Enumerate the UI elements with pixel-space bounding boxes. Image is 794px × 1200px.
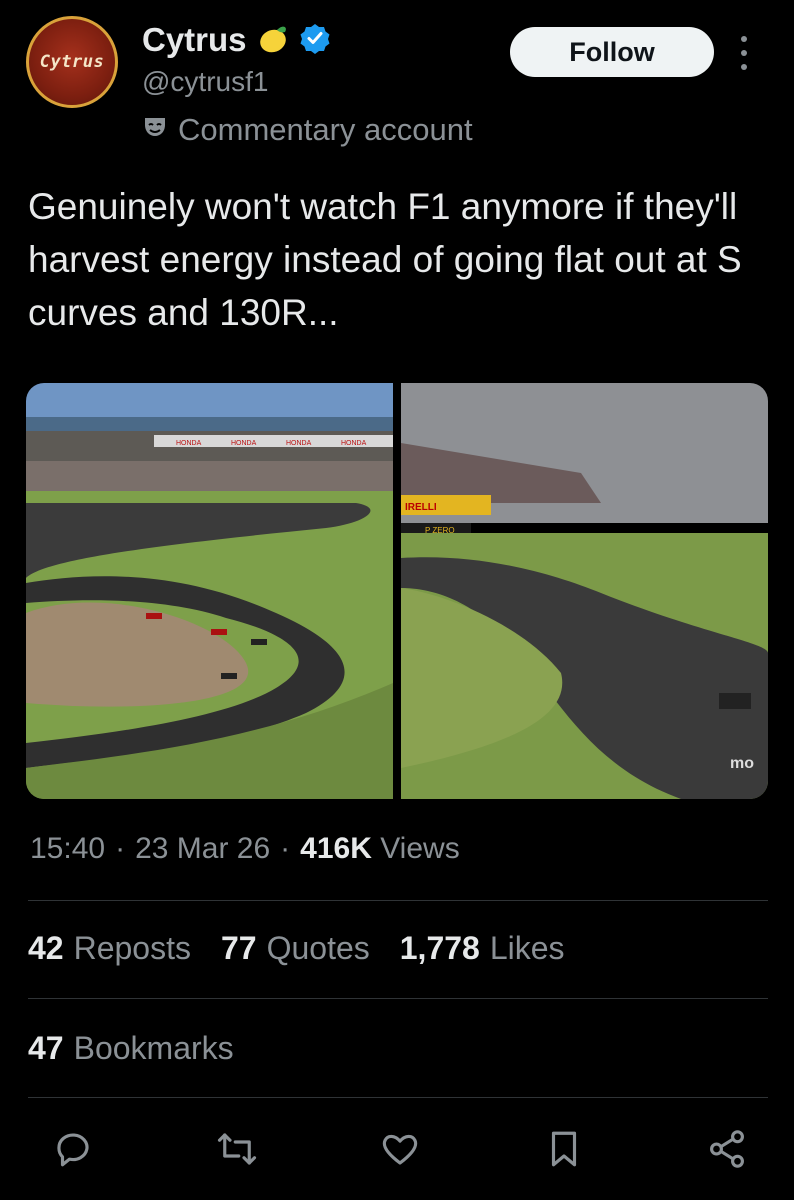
- likes-label: Likes: [489, 930, 565, 966]
- separator: ·: [115, 832, 126, 865]
- user-handle[interactable]: @cytrusf1: [142, 66, 268, 98]
- follow-button[interactable]: Follow: [510, 27, 714, 77]
- reply-icon[interactable]: [50, 1126, 96, 1172]
- views-count: 416K: [300, 832, 372, 865]
- bookmarks-label: Bookmarks: [73, 1030, 234, 1066]
- post-meta: 15:40 · 23 Mar 26 · 416K Views: [30, 832, 460, 866]
- quotes-count: 77: [220, 930, 257, 966]
- reposts-label: Reposts: [73, 930, 191, 966]
- account-label: Commentary account: [142, 112, 473, 148]
- divider: [28, 1097, 768, 1098]
- share-icon[interactable]: [704, 1126, 750, 1172]
- avatar[interactable]: Cytrus: [26, 16, 118, 108]
- reposts-stat[interactable]: 42 Reposts: [28, 930, 191, 967]
- reposts-count: 42: [28, 930, 64, 966]
- likes-stat[interactable]: 1,778 Likes: [400, 930, 565, 967]
- avatar-logo-text: Cytrus: [39, 52, 105, 72]
- post-image-right[interactable]: IRELLI P ZERO mo: [401, 383, 768, 799]
- name-row: Cytrus: [142, 20, 331, 60]
- media-grid[interactable]: HONDA HONDA HONDA HONDA IRELLI P ZERO mo: [26, 383, 768, 799]
- pirelli-sign: IRELLI: [405, 502, 437, 513]
- honda-sign-2: HONDA: [231, 440, 257, 447]
- divider: [28, 998, 768, 999]
- separator: ·: [280, 832, 291, 865]
- post-text: Genuinely won't watch F1 anymore if they…: [28, 186, 742, 333]
- lemon-icon: [255, 21, 291, 60]
- post-time: 15:40: [30, 832, 106, 865]
- account-label-text: Commentary account: [178, 112, 473, 147]
- theater-masks-icon: [142, 112, 168, 148]
- engagement-stats: 42 Reposts 77 Quotes 1,778 Likes: [28, 930, 565, 967]
- honda-sign-1: HONDA: [176, 440, 202, 447]
- bookmark-icon[interactable]: [541, 1126, 587, 1172]
- quotes-stat[interactable]: 77 Quotes: [221, 930, 370, 967]
- display-name[interactable]: Cytrus: [142, 21, 247, 59]
- honda-sign-4: HONDA: [341, 440, 367, 447]
- post-image-left[interactable]: HONDA HONDA HONDA HONDA: [26, 383, 393, 799]
- more-options-icon[interactable]: [734, 36, 754, 70]
- bookmarks-stat[interactable]: 47 Bookmarks: [28, 1030, 234, 1067]
- like-icon[interactable]: [377, 1126, 423, 1172]
- bookmarks-count: 47: [28, 1030, 64, 1066]
- views-info[interactable]: 416K Views: [300, 832, 460, 866]
- verified-badge-icon[interactable]: [299, 22, 331, 59]
- likes-count: 1,778: [399, 930, 480, 966]
- action-bar: [50, 1126, 750, 1172]
- divider: [28, 900, 768, 901]
- honda-sign-3: HONDA: [286, 440, 312, 447]
- views-label: Views: [380, 832, 460, 865]
- post-date: 23 Mar 26: [135, 832, 271, 865]
- repost-icon[interactable]: [214, 1126, 260, 1172]
- image-watermark: mo: [730, 755, 754, 772]
- quotes-label: Quotes: [266, 930, 370, 966]
